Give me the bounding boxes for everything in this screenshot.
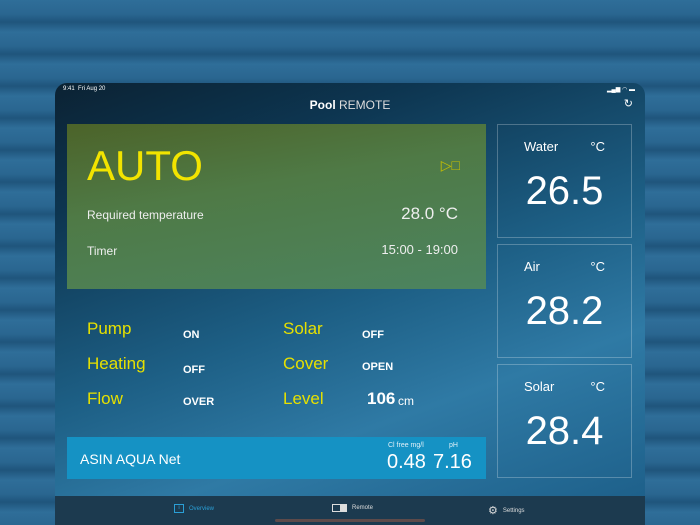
refresh-icon[interactable]: ↻ xyxy=(624,97,633,110)
card-unit: °C xyxy=(590,139,605,154)
cover-label: Cover xyxy=(283,354,329,373)
card-value: 28.4 xyxy=(525,409,604,453)
status-bar: 9:41 Fri Aug 20 ▂▄▆ ◠ ▬ xyxy=(63,86,635,93)
heating-label: Heating xyxy=(87,354,146,373)
tab-remote[interactable]: Remote xyxy=(332,504,373,512)
air-temp-card: Air °C 28.2 xyxy=(497,244,632,358)
timer-label: Timer xyxy=(87,244,118,258)
home-indicator xyxy=(275,519,425,522)
tab-label: Remote xyxy=(352,505,374,511)
mode-label: AUTO xyxy=(87,142,203,189)
card-label: Solar xyxy=(524,379,555,394)
solar-temp-card: Solar °C 28.4 xyxy=(497,364,632,478)
required-temp-label: Required temperature xyxy=(87,208,204,222)
aqua-net-panel[interactable]: ASIN AQUA Net Cl free mg/l pH 0.48 7.16 xyxy=(67,437,486,479)
tab-label: Settings xyxy=(502,507,525,514)
flow-label: Flow xyxy=(87,389,123,408)
ph-label: pH xyxy=(449,442,458,449)
title-light: REMOTE xyxy=(339,98,391,112)
info-icon: i xyxy=(174,504,184,513)
card-value: 26.5 xyxy=(525,169,604,213)
play-stop-icon[interactable]: ▷□ xyxy=(441,157,460,174)
flow-value: OVER xyxy=(183,396,215,408)
card-value: 28.2 xyxy=(525,289,604,333)
solar-value: OFF xyxy=(362,329,384,341)
status-time: 9:41 xyxy=(63,86,75,92)
ph-value: 7.16 xyxy=(433,451,472,473)
tab-bar: i Overview Remote ⚙ Settings xyxy=(55,496,645,525)
tab-label: Overview xyxy=(189,505,215,512)
heating-value: OFF xyxy=(183,364,205,376)
status-date: Fri Aug 20 xyxy=(78,86,106,92)
title-bold: Pool xyxy=(309,98,336,112)
cl-value: 0.48 xyxy=(387,451,426,473)
required-temp-value: 28.0 °C xyxy=(401,204,458,223)
water-temp-card: Water °C 26.5 xyxy=(497,124,632,238)
toggle-icon xyxy=(332,504,347,512)
tab-settings[interactable]: ⚙ Settings xyxy=(488,504,525,517)
solar-label: Solar xyxy=(283,319,323,338)
status-icons: ▂▄▆ ◠ ▬ xyxy=(606,87,635,93)
pump-value: ON xyxy=(183,329,200,341)
mode-panel: AUTO ▷□ Required temperature 28.0 °C Tim… xyxy=(67,124,486,289)
cover-value: OPEN xyxy=(362,361,394,373)
card-label: Water xyxy=(524,139,559,154)
app-title: Pool REMOTE xyxy=(55,98,645,112)
card-unit: °C xyxy=(590,379,605,394)
level-label: Level xyxy=(283,389,324,408)
aqua-net-name: ASIN AQUA Net xyxy=(80,451,181,467)
card-label: Air xyxy=(524,259,540,274)
timer-value: 15:00 - 19:00 xyxy=(381,242,458,257)
level-unit: cm xyxy=(398,394,414,408)
level-value: 106 xyxy=(367,389,396,408)
app-screen: 9:41 Fri Aug 20 ▂▄▆ ◠ ▬ Pool REMOTE ↻ AU… xyxy=(55,83,645,525)
pump-label: Pump xyxy=(87,319,132,338)
gear-icon: ⚙ xyxy=(488,505,498,517)
card-unit: °C xyxy=(590,259,605,274)
tab-overview[interactable]: i Overview xyxy=(174,504,214,513)
cl-label: Cl free mg/l xyxy=(388,442,424,449)
